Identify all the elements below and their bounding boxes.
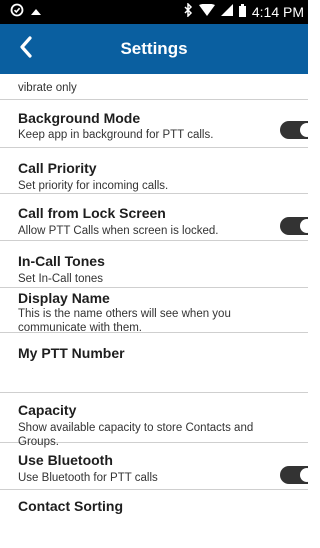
toggle-knob bbox=[300, 123, 308, 137]
status-left bbox=[10, 3, 42, 22]
triangle-icon bbox=[30, 3, 42, 21]
settings-row-display-name[interactable]: Display Name This is the name others wil… bbox=[0, 288, 308, 334]
battery-icon bbox=[238, 3, 246, 21]
settings-row-call-priority[interactable]: Call Priority Set priority for incoming … bbox=[0, 148, 308, 194]
settings-row-title: Call Priority bbox=[18, 160, 97, 176]
app-bar: Settings bbox=[0, 24, 308, 74]
settings-row-partial[interactable]: vibrate only bbox=[0, 74, 308, 100]
background-mode-toggle[interactable] bbox=[280, 121, 308, 139]
settings-row-title: My PTT Number bbox=[18, 345, 125, 361]
settings-row-call-from-lock-screen[interactable]: Call from Lock Screen Allow PTT Calls wh… bbox=[0, 194, 308, 241]
lock-screen-toggle[interactable] bbox=[280, 217, 308, 235]
status-right: 4:14 PM bbox=[184, 0, 304, 24]
signal-icon bbox=[220, 4, 233, 20]
settings-row-contact-sorting[interactable]: Contact Sorting bbox=[0, 490, 308, 548]
settings-list[interactable]: vibrate only Background Mode Keep app in… bbox=[0, 74, 308, 548]
notification-icon bbox=[10, 3, 24, 22]
settings-row-description: vibrate only bbox=[18, 82, 77, 94]
settings-row-in-call-tones[interactable]: In-Call Tones Set In-Call tones bbox=[0, 241, 308, 288]
settings-row-capacity[interactable]: Capacity Show available capacity to stor… bbox=[0, 393, 308, 448]
settings-row-background-mode[interactable]: Background Mode Keep app in background f… bbox=[0, 100, 308, 148]
status-bar: 4:14 PM bbox=[0, 0, 308, 24]
settings-row-description: Set priority for incoming calls. bbox=[18, 180, 169, 192]
settings-row-description: Keep app in background for PTT calls. bbox=[18, 129, 214, 141]
settings-row-title: Contact Sorting bbox=[18, 498, 123, 514]
settings-row-title: Call from Lock Screen bbox=[18, 205, 166, 221]
settings-row-title: In-Call Tones bbox=[18, 253, 105, 269]
toggle-knob bbox=[300, 468, 308, 482]
status-time: 4:14 PM bbox=[251, 4, 304, 20]
settings-row-title: Background Mode bbox=[18, 110, 141, 126]
settings-row-title: Display Name bbox=[18, 290, 110, 306]
toggle-knob bbox=[300, 219, 308, 233]
settings-row-description: Set In-Call tones bbox=[18, 273, 104, 285]
page-title: Settings bbox=[120, 39, 188, 58]
wifi-icon bbox=[198, 3, 215, 20]
settings-row-description: This is the name others will see when yo… bbox=[18, 308, 231, 334]
settings-row-description: Use Bluetooth for PTT calls bbox=[18, 472, 158, 484]
settings-row-title: Capacity bbox=[18, 402, 77, 418]
bluetooth-icon bbox=[184, 2, 193, 21]
bluetooth-toggle[interactable] bbox=[280, 466, 308, 484]
settings-row-title: Use Bluetooth bbox=[18, 452, 113, 468]
settings-row-my-ptt-number[interactable]: My PTT Number bbox=[0, 333, 308, 393]
settings-row-use-bluetooth[interactable]: Use Bluetooth Use Bluetooth for PTT call… bbox=[0, 443, 308, 490]
settings-row-description: Allow PTT Calls when screen is locked. bbox=[18, 225, 219, 237]
